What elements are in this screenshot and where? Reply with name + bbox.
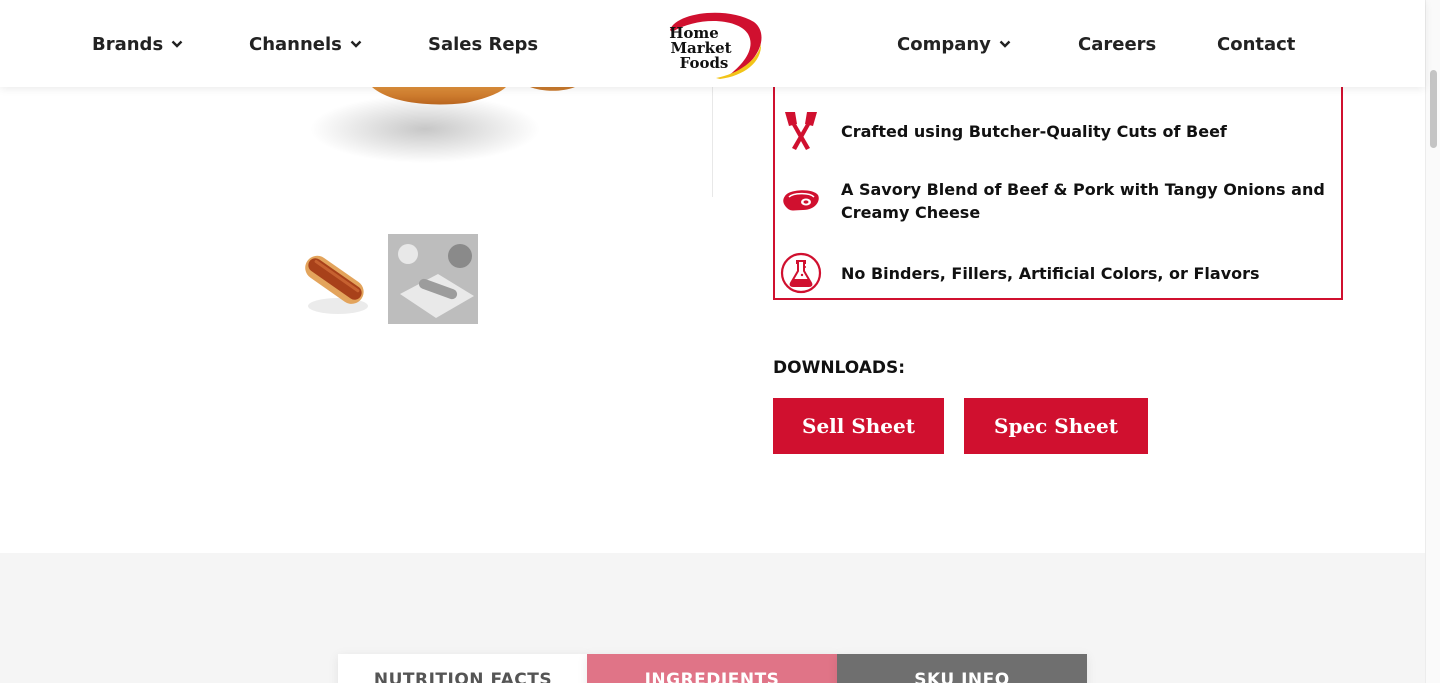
spec-sheet-button[interactable]: Spec Sheet (964, 398, 1148, 454)
feature-text: A Savory Blend of Beef & Pork with Tangy… (841, 180, 1325, 222)
chevron-down-icon (350, 40, 362, 48)
thumbnail-hot-dog[interactable] (290, 234, 380, 324)
lab-flask-icon (778, 250, 824, 296)
tab-nutrition-facts[interactable]: NUTRITION FACTS (338, 654, 588, 683)
feature-item: Crafted using Butcher-Quality Cuts of Be… (775, 108, 1345, 154)
nav-company[interactable]: Company (897, 31, 1011, 57)
nav-channels-label: Channels (249, 33, 342, 55)
downloads-heading: DOWNLOADS: (773, 358, 906, 378)
image-divider (712, 87, 713, 197)
feature-item: No Binders, Fillers, Artificial Colors, … (775, 250, 1345, 296)
feature-item: A Savory Blend of Beef & Pork with Tangy… (775, 178, 1345, 224)
features-box: Crafted using Butcher-Quality Cuts of Be… (773, 80, 1343, 300)
cleaver-icon (778, 108, 824, 154)
scrollbar-thumb[interactable] (1430, 70, 1437, 148)
nav-sales-reps[interactable]: Sales Reps (428, 31, 538, 57)
logo-text-foods: Foods (680, 54, 729, 72)
nav-brands[interactable]: Brands (92, 31, 183, 57)
logo-mark: Home Market Foods (669, 12, 762, 79)
page-scrollbar[interactable] (1425, 0, 1440, 683)
chevron-down-icon (171, 40, 183, 48)
feature-text: No Binders, Fillers, Artificial Colors, … (841, 263, 1260, 283)
home-market-foods-logo[interactable]: Home Market Foods (658, 8, 768, 80)
nav-sales-reps-label: Sales Reps (428, 33, 539, 55)
sell-sheet-button[interactable]: Sell Sheet (773, 398, 944, 454)
feature-text: Crafted using Butcher-Quality Cuts of Be… (841, 121, 1227, 141)
tab-ingredients[interactable]: INGREDIENTS (587, 654, 837, 683)
nav-company-label: Company (897, 33, 991, 55)
meat-icon (778, 178, 824, 224)
nav-channels[interactable]: Channels (249, 31, 362, 57)
tab-sku-info[interactable]: SKU INFO (837, 654, 1087, 683)
product-details-section: NUTRITION FACTS INGREDIENTS SKU INFO (0, 553, 1425, 683)
chevron-down-icon (999, 40, 1011, 48)
nav-contact-label: Contact (1217, 33, 1296, 55)
nav-careers-label: Careers (1078, 33, 1157, 55)
product-main-image (260, 87, 600, 177)
site-header: Brands Channels Sales Reps Home Market F… (0, 0, 1425, 87)
nav-brands-label: Brands (92, 33, 164, 55)
nav-careers[interactable]: Careers (1078, 31, 1156, 57)
nav-contact[interactable]: Contact (1217, 31, 1295, 57)
thumbnail-packaging[interactable] (388, 234, 478, 324)
